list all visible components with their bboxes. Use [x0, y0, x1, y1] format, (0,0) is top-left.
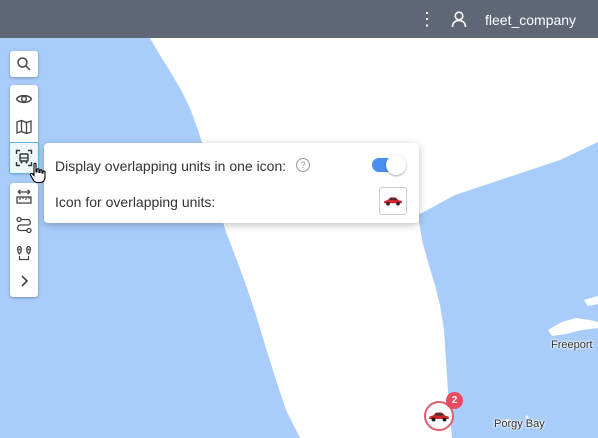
username[interactable]: fleet_company: [485, 11, 576, 29]
eye-icon: [15, 94, 33, 104]
app: ⋮ fleet_company Freeport Porgy Bay Displ…: [0, 0, 598, 438]
toolbar-tools-group: [10, 183, 38, 297]
search-icon: [17, 57, 31, 71]
search-button[interactable]: [12, 52, 36, 76]
user-icon[interactable]: [450, 10, 468, 28]
map-label-freeport: Freeport: [551, 339, 593, 351]
red-car-icon: [383, 197, 403, 206]
toolbar-view-group: [9, 85, 39, 174]
chevron-right-icon: [21, 275, 29, 287]
overlap-display-label: Display overlapping units in one icon:: [55, 158, 287, 174]
ruler-icon: [16, 189, 32, 204]
top-bar: ⋮ fleet_company: [0, 0, 598, 38]
overlapping-units-popup: Display overlapping units in one icon: ?…: [44, 143, 419, 223]
hand-cursor-icon: [29, 162, 46, 184]
map-label-porgy-bay: Porgy Bay: [494, 418, 545, 430]
more-vertical-icon[interactable]: ⋮: [418, 9, 436, 29]
overlap-icon-label: Icon for overlapping units:: [55, 194, 216, 210]
help-icon[interactable]: ?: [296, 158, 310, 172]
route-icon: [16, 216, 32, 234]
locations-icon: [17, 245, 31, 261]
visibility-button[interactable]: [12, 87, 36, 111]
toolbar-search-group: [10, 51, 38, 77]
red-car-icon: [429, 412, 449, 421]
cluster-count-badge: 2: [446, 392, 463, 409]
route-button[interactable]: [12, 213, 36, 237]
overlap-icon-picker[interactable]: [379, 187, 407, 215]
map-layers-button[interactable]: [12, 115, 36, 139]
map[interactable]: [0, 38, 598, 438]
expand-toolbar-button[interactable]: [12, 269, 36, 293]
map-icon: [16, 119, 32, 135]
locations-button[interactable]: [12, 241, 36, 265]
measure-button[interactable]: [12, 185, 36, 209]
overlap-display-toggle[interactable]: [372, 155, 406, 175]
toggle-thumb: [386, 155, 406, 175]
